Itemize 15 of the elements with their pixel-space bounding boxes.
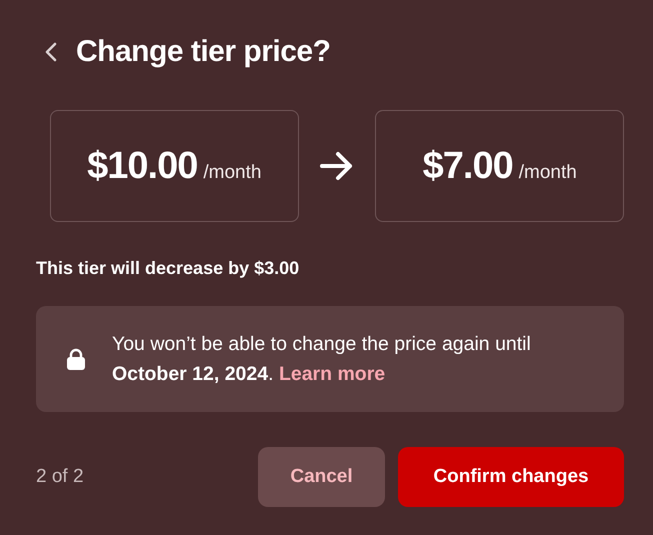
dialog-title: Change tier price? [76,35,330,69]
learn-more-link[interactable]: Learn more [278,363,386,385]
chevron-left-icon [44,41,58,63]
step-indicator: 2 of 2 [36,466,84,488]
confirm-button[interactable]: Confirm changes [398,447,624,507]
price-change-summary: This tier will decrease by $3.00 [36,258,300,279]
price-period: /month [203,162,262,184]
cancel-button[interactable]: Cancel [258,447,385,507]
arrow-right-icon [319,150,355,182]
price-period: /month [518,162,577,184]
notice-text: You won’t be able to change the price again until October 12, 2024. Learn more [112,332,532,387]
price-amount: $10.00 [87,145,198,188]
back-button[interactable] [44,41,58,63]
price-amount: $7.00 [422,145,513,188]
lock-icon [66,348,86,370]
